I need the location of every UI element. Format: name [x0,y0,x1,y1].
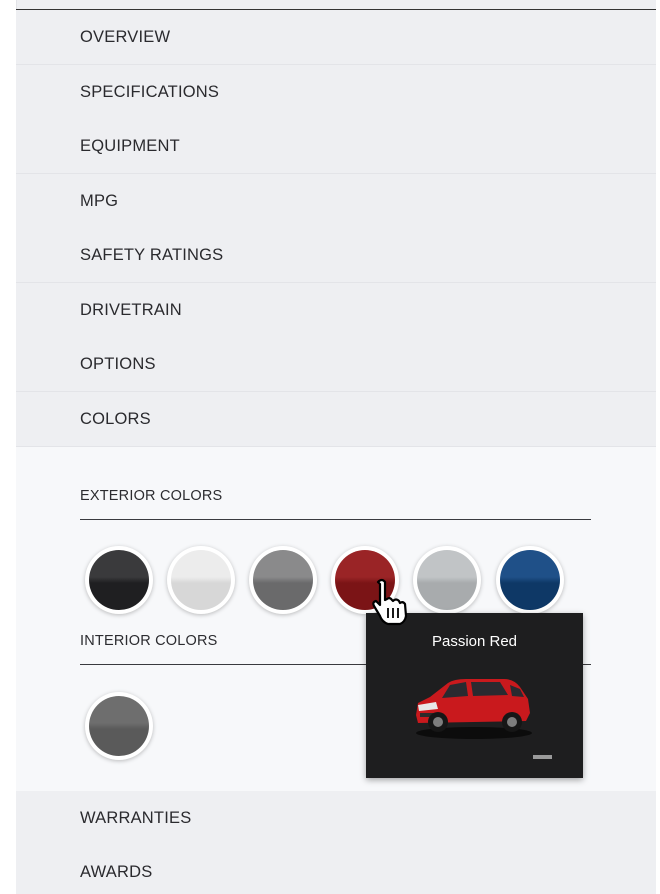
color-tooltip: Passion Red [366,613,583,778]
exterior-color-swatch[interactable] [167,546,235,614]
hand-pointer-icon [372,578,408,626]
exterior-color-swatch-fill [417,550,477,610]
nav-item-specifications[interactable]: SPECIFICATIONS [16,65,656,120]
nav-item-label: COLORS [80,409,151,428]
nav-item-equipment[interactable]: EQUIPMENT [16,119,656,174]
nav-item-options[interactable]: OPTIONS [16,337,656,392]
exterior-color-swatch[interactable] [85,546,153,614]
exterior-color-swatch-fill [171,550,231,610]
exterior-colors-heading: EXTERIOR COLORS [80,488,223,504]
nav-item-awards[interactable]: AWARDS [16,845,656,894]
nav-item-drivetrain[interactable]: DRIVETRAIN [16,283,656,338]
nav-item-label: OPTIONS [80,354,156,373]
nav-item-label: AWARDS [80,862,153,881]
exterior-color-swatch[interactable] [496,546,564,614]
interior-color-swatch[interactable] [85,692,153,760]
exterior-color-swatch-fill [253,550,313,610]
nav-item-mpg[interactable]: MPG [16,174,656,229]
interior-colors-heading: INTERIOR COLORS [80,633,218,649]
nav-item-warranties[interactable]: WARRANTIES [16,791,656,846]
exterior-colors-divider [80,519,591,520]
nav-item-overview[interactable]: OVERVIEW [16,10,656,65]
exterior-color-swatch[interactable] [249,546,317,614]
nav-item-colors[interactable]: COLORS [16,392,656,447]
nav-item-label: WARRANTIES [80,808,192,827]
tooltip-color-name: Passion Red [431,633,518,650]
exterior-color-swatch-fill [89,550,149,610]
nav-item-label: EQUIPMENT [80,136,180,155]
tooltip-indicator [533,755,552,759]
nav-item-label: MPG [80,191,119,210]
nav-item-label: DRIVETRAIN [80,300,182,319]
exterior-color-swatch[interactable] [413,546,481,614]
nav-item-label: SAFETY RATINGS [80,245,224,264]
nav-item-safety-ratings[interactable]: SAFETY RATINGS [16,228,656,283]
exterior-color-swatch-fill [500,550,560,610]
interior-color-swatch-fill [89,696,149,756]
nav-item-label: OVERVIEW [80,27,171,46]
car-image [416,679,532,739]
nav-item-label: SPECIFICATIONS [80,82,220,101]
